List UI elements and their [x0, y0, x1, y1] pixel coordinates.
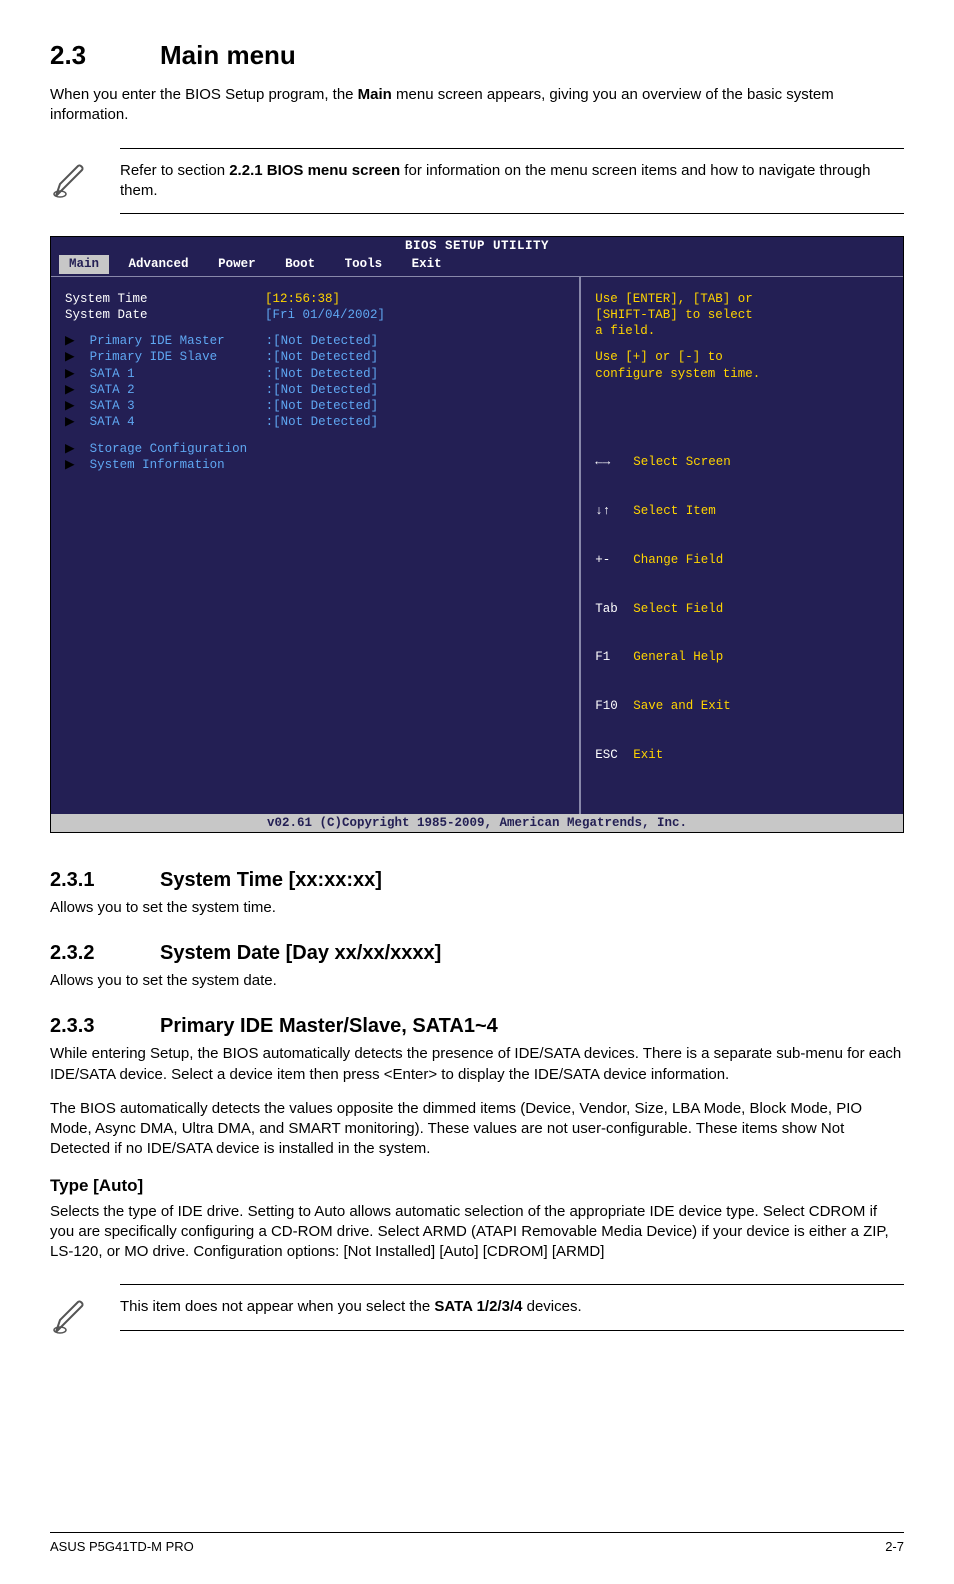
row-sata2[interactable]: ▶ SATA 2:[Not Detected] [65, 382, 569, 398]
row-sata3[interactable]: ▶ SATA 3:[Not Detected] [65, 398, 569, 414]
footer-left: ASUS P5G41TD-M PRO [50, 1539, 194, 1554]
bios-key-legend: ←→Select Screen ↓↑Select Item +-Change F… [595, 422, 893, 796]
bios-footer: v02.61 (C)Copyright 1985-2009, American … [51, 814, 903, 832]
sub-233-heading: 2.3.3Primary IDE Master/Slave, SATA1~4 [50, 1015, 904, 1038]
bios-left-pane: System Time[12:56:38] System Date[Fri 01… [51, 277, 579, 814]
sub-233-p1: While entering Setup, the BIOS automatic… [50, 1044, 904, 1085]
note-sata: This item does not appear when you selec… [50, 1284, 904, 1342]
note-body: Refer to section 2.2.1 BIOS menu screen … [120, 148, 904, 215]
bios-screenshot: BIOS SETUP UTILITY Main Advanced Power B… [50, 236, 904, 833]
row-ide-master[interactable]: ▶ Primary IDE Master:[Not Detected] [65, 333, 569, 349]
sub-232-heading: 2.3.2System Date [Day xx/xx/xxxx] [50, 942, 904, 965]
row-sata4[interactable]: ▶ SATA 4:[Not Detected] [65, 414, 569, 430]
sub-231-heading: 2.3.1System Time [xx:xx:xx] [50, 869, 904, 892]
pencil-icon [50, 148, 120, 206]
type-heading: Type [Auto] [50, 1176, 904, 1196]
bios-title: BIOS SETUP UTILITY [51, 237, 903, 255]
footer-right: 2-7 [885, 1539, 904, 1554]
note-body: This item does not appear when you selec… [120, 1284, 904, 1330]
type-body: Selects the type of IDE drive. Setting t… [50, 1202, 904, 1263]
section-number: 2.3 [50, 40, 160, 71]
intro-paragraph: When you enter the BIOS Setup program, t… [50, 85, 904, 126]
bios-tabbar: Main Advanced Power Boot Tools Exit [51, 255, 903, 275]
tab-exit[interactable]: Exit [402, 255, 452, 273]
tab-main[interactable]: Main [59, 255, 109, 273]
section-title: Main menu [160, 40, 296, 70]
note-refer: Refer to section 2.2.1 BIOS menu screen … [50, 148, 904, 215]
page-footer: ASUS P5G41TD-M PRO 2-7 [50, 1532, 904, 1554]
bios-help-pane: Use [ENTER], [TAB] or [SHIFT-TAB] to sel… [579, 277, 903, 814]
sub-232-body: Allows you to set the system date. [50, 971, 904, 991]
pencil-icon [50, 1284, 120, 1342]
tab-advanced[interactable]: Advanced [119, 255, 199, 273]
row-system-info[interactable]: ▶ System Information [65, 457, 569, 473]
row-ide-slave[interactable]: ▶ Primary IDE Slave:[Not Detected] [65, 349, 569, 365]
tab-power[interactable]: Power [208, 255, 266, 273]
row-system-time[interactable]: System Time[12:56:38] [65, 291, 569, 307]
section-heading: 2.3Main menu [50, 40, 904, 71]
tab-tools[interactable]: Tools [335, 255, 393, 273]
sub-231-body: Allows you to set the system time. [50, 898, 904, 918]
row-storage-config[interactable]: ▶ Storage Configuration [65, 441, 569, 457]
row-system-date[interactable]: System Date[Fri 01/04/2002] [65, 307, 569, 323]
row-sata1[interactable]: ▶ SATA 1:[Not Detected] [65, 366, 569, 382]
sub-233-p2: The BIOS automatically detects the value… [50, 1099, 904, 1160]
tab-boot[interactable]: Boot [275, 255, 325, 273]
